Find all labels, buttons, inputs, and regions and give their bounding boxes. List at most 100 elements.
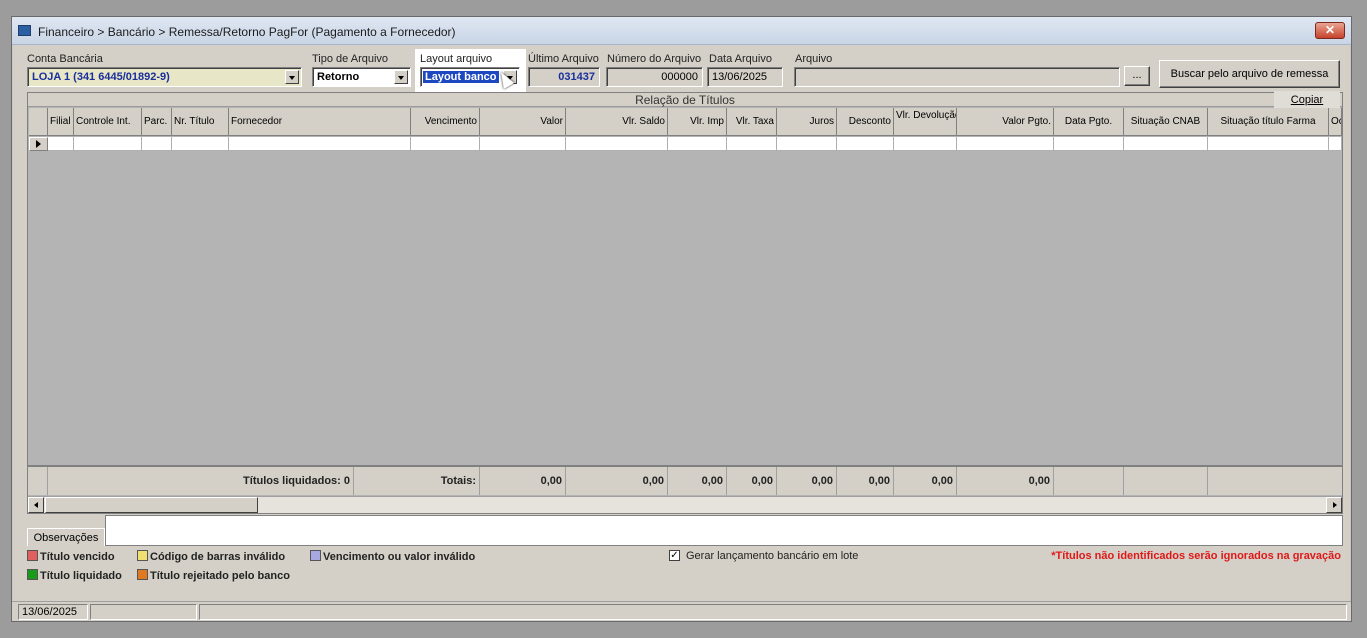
column-header[interactable]: Situação título Farma xyxy=(1208,108,1329,136)
grid-cell[interactable] xyxy=(668,137,727,151)
total-valor: 0,00 xyxy=(480,467,566,495)
total-valor-pgto: 0,00 xyxy=(957,467,1054,495)
legend-label: Vencimento ou valor inválido xyxy=(323,551,476,563)
title-bar: Financeiro > Bancário > Remessa/Retorno … xyxy=(12,17,1351,45)
layout-arquivo-label: Layout arquivo xyxy=(420,53,493,65)
column-header[interactable]: Desconto xyxy=(837,108,894,136)
tipo-arquivo-select[interactable]: Retorno xyxy=(312,67,411,87)
data-arquivo-field[interactable]: 13/06/2025 xyxy=(707,67,783,87)
observacoes-tab[interactable]: Observações xyxy=(27,528,105,546)
grid-cell[interactable] xyxy=(727,137,777,151)
grid-cell[interactable] xyxy=(777,137,837,151)
footer-cell xyxy=(28,467,48,495)
grid-cell[interactable] xyxy=(229,137,411,151)
status-panel xyxy=(90,604,197,620)
column-header[interactable]: Nr. Título xyxy=(172,108,229,136)
legend-item: Título vencido xyxy=(27,550,115,563)
grid-cell[interactable] xyxy=(1054,137,1124,151)
total-saldo: 0,00 xyxy=(566,467,668,495)
observacoes-field[interactable] xyxy=(105,515,1343,546)
tipo-arquivo-value: Retorno xyxy=(317,71,360,83)
scroll-thumb[interactable] xyxy=(45,497,258,513)
status-bar: 13/06/2025 xyxy=(12,601,1351,621)
column-header[interactable]: Controle Int. xyxy=(74,108,142,136)
column-header[interactable]: Filial xyxy=(48,108,74,136)
legend-label: Título vencido xyxy=(40,551,115,563)
chevron-down-icon[interactable] xyxy=(394,70,408,84)
column-header[interactable]: Juros xyxy=(777,108,837,136)
arquivo-label: Arquivo xyxy=(795,53,833,65)
titulos-grid[interactable]: Relação de Títulos Copiar Filial Control… xyxy=(27,91,1343,514)
column-header[interactable]: Valor xyxy=(480,108,566,136)
grid-cell[interactable] xyxy=(74,137,142,151)
horizontal-scrollbar[interactable] xyxy=(28,496,1342,513)
column-header[interactable]: Situação CNAB xyxy=(1124,108,1208,136)
gerar-lote-label: Gerar lançamento bancário em lote xyxy=(686,550,859,562)
swatch-orange-icon xyxy=(137,569,148,580)
window-title: Financeiro > Bancário > Remessa/Retorno … xyxy=(38,25,456,39)
status-date: 13/06/2025 xyxy=(18,604,88,620)
grid-caption: Relação de Títulos xyxy=(28,93,1342,107)
column-header[interactable]: Parc. xyxy=(142,108,172,136)
grid-cell[interactable] xyxy=(411,137,480,151)
total-devolucao: 0,00 xyxy=(894,467,957,495)
column-header[interactable]: Valor Pgto. xyxy=(957,108,1054,136)
copiar-button[interactable]: Copiar xyxy=(1274,91,1340,109)
numero-arquivo-label: Número do Arquivo xyxy=(607,53,702,65)
total-imp: 0,00 xyxy=(668,467,727,495)
swatch-green-icon xyxy=(27,569,38,580)
column-header[interactable]: Vlr. Imp xyxy=(668,108,727,136)
column-header[interactable]: Oc xyxy=(1329,108,1342,136)
browse-button[interactable]: ... xyxy=(1124,66,1150,86)
buscar-remessa-button[interactable]: Buscar pelo arquivo de remessa xyxy=(1159,60,1340,88)
column-header[interactable]: Data Pgto. xyxy=(1054,108,1124,136)
legend-item: Vencimento ou valor inválido xyxy=(310,550,475,563)
titulos-liquidados: Títulos liquidados: 0 xyxy=(48,467,354,495)
grid-cell[interactable] xyxy=(48,137,74,151)
footer-cell xyxy=(1054,467,1124,495)
legend-item: Título rejeitado pelo banco xyxy=(137,569,290,582)
conta-bancaria-select[interactable]: LOJA 1 (341 6445/01892-9) xyxy=(27,67,302,87)
total-juros: 0,00 xyxy=(777,467,837,495)
close-icon[interactable]: ✕ xyxy=(1315,22,1345,39)
swatch-red-icon xyxy=(27,550,38,561)
grid-cell[interactable] xyxy=(1208,137,1329,151)
grid-cell[interactable] xyxy=(142,137,172,151)
total-taxa: 0,00 xyxy=(727,467,777,495)
grid-cell[interactable] xyxy=(480,137,566,151)
total-desconto: 0,00 xyxy=(837,467,894,495)
tipo-arquivo-label: Tipo de Arquivo xyxy=(312,53,389,65)
swatch-yellow-icon xyxy=(137,550,148,561)
grid-cell[interactable] xyxy=(957,137,1054,151)
column-header[interactable]: Fornecedor xyxy=(229,108,411,136)
numero-arquivo-field[interactable]: 000000 xyxy=(606,67,703,87)
ultimo-arquivo-label: Último Arquivo xyxy=(528,53,599,65)
swatch-lavender-icon xyxy=(310,550,321,561)
status-panel xyxy=(199,604,1347,620)
legend-label: Título rejeitado pelo banco xyxy=(150,570,290,582)
grid-cell[interactable] xyxy=(1329,137,1342,151)
legend-item: Título liquidado xyxy=(27,569,122,582)
warning-text: *Títulos não identificados serão ignorad… xyxy=(1051,550,1341,562)
scroll-left-icon[interactable] xyxy=(28,497,44,513)
conta-bancaria-label: Conta Bancária xyxy=(27,53,103,65)
legend-label: Título liquidado xyxy=(40,570,122,582)
arquivo-field[interactable] xyxy=(794,67,1120,87)
column-header[interactable]: Vlr. Saldo xyxy=(566,108,668,136)
chevron-down-icon[interactable] xyxy=(285,70,299,84)
grid-cell[interactable] xyxy=(172,137,229,151)
column-header[interactable]: Vencimento xyxy=(411,108,480,136)
grid-cell[interactable] xyxy=(837,137,894,151)
ultimo-arquivo-field: 031437 xyxy=(528,67,600,87)
app-icon xyxy=(18,25,31,36)
grid-cell[interactable] xyxy=(566,137,668,151)
scroll-right-icon[interactable] xyxy=(1326,497,1342,513)
grid-cell[interactable] xyxy=(1124,137,1208,151)
column-header[interactable]: Vlr. Devolução xyxy=(894,108,957,136)
footer-cell xyxy=(1124,467,1208,495)
grid-cell[interactable] xyxy=(894,137,957,151)
gerar-lote-checkbox[interactable]: ✓ xyxy=(669,550,680,561)
row-indicator-icon[interactable] xyxy=(29,137,48,151)
legend-label: Código de barras inválido xyxy=(150,551,286,563)
column-header[interactable]: Vlr. Taxa xyxy=(727,108,777,136)
